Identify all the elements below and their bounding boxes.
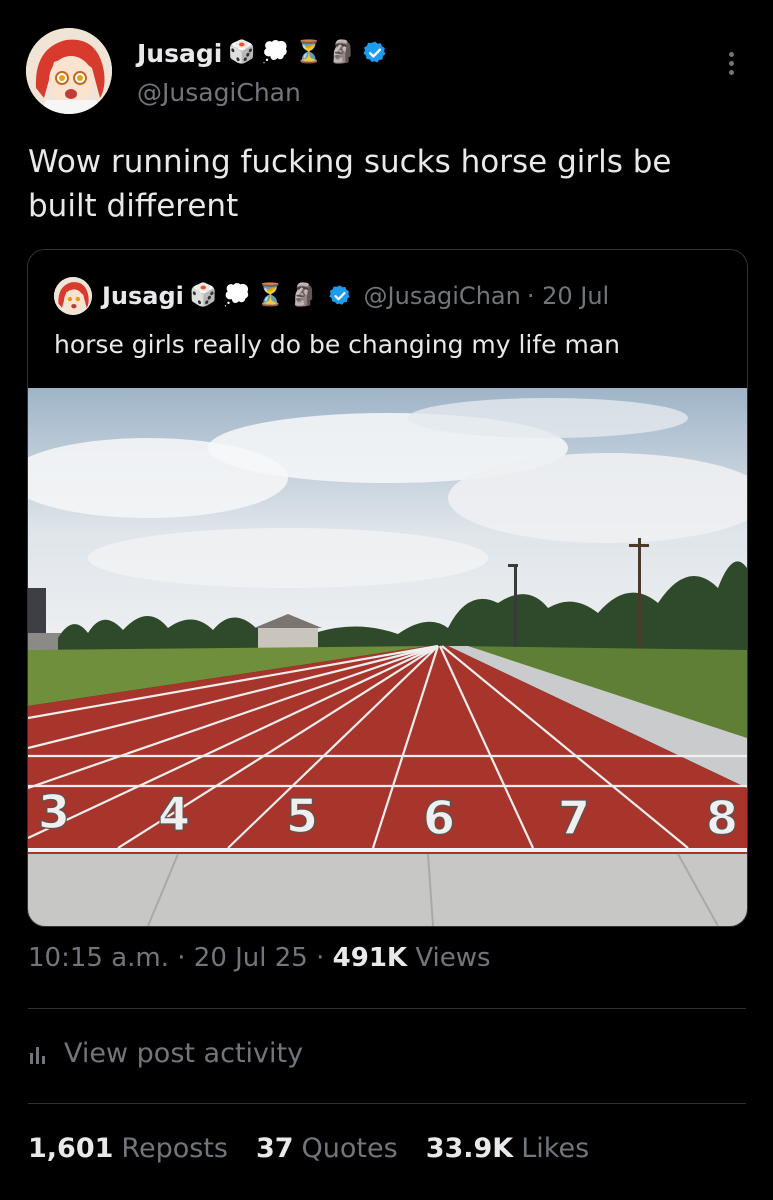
post-text: Wow running fucking sucks horse girls be… (28, 144, 672, 224)
quoted-date: · 20 Jul (526, 282, 610, 310)
author-handle[interactable]: @JusagiChan (137, 78, 388, 107)
divider (28, 1103, 746, 1104)
moai-emoji: 🗿 (328, 40, 356, 65)
post-time: 10:15 a.m. (28, 943, 169, 973)
reposts-label: Reposts (121, 1133, 228, 1164)
verified-icon (328, 284, 352, 308)
likes-count: 33.9K (425, 1133, 514, 1164)
quoted-author-handle: @JusagiChan (363, 282, 521, 310)
quoted-post-header: Jusagi 🎲 💭 ⏳ 🗿 @JusagiChan · 20 Jul (54, 276, 609, 316)
quoted-image[interactable]: 3 4 5 6 7 8 (28, 388, 747, 926)
dice-emoji: 🎲 (228, 40, 256, 65)
activity-label: View post activity (64, 1038, 304, 1069)
quoted-author-name: Jusagi (102, 282, 184, 310)
avatar[interactable] (26, 28, 112, 114)
quotes-count: 37 (255, 1133, 294, 1164)
reposts-count: 1,601 (28, 1133, 114, 1164)
lane-number: 5 (286, 789, 318, 843)
post-stats: 1,601 Reposts 37 Quotes 33.9K Likes (28, 1133, 589, 1164)
post-date: 20 Jul 25 (193, 943, 308, 973)
moai-emoji: 🗿 (290, 283, 318, 308)
likes-stat[interactable]: 33.9K Likes (426, 1133, 589, 1164)
dice-emoji: 🎲 (189, 283, 218, 308)
views-label: Views (415, 943, 491, 973)
hourglass-emoji: ⏳ (295, 40, 323, 65)
lane-number: 3 (38, 785, 70, 839)
likes-label: Likes (521, 1133, 590, 1164)
quotes-stat[interactable]: 37 Quotes (256, 1133, 398, 1164)
avatar-image (26, 28, 112, 114)
verified-icon[interactable] (362, 40, 388, 66)
lane-number: 8 (706, 791, 738, 845)
quoted-avatar (54, 277, 92, 315)
view-post-activity-button[interactable]: View post activity (28, 1038, 303, 1069)
more-icon[interactable] (727, 52, 735, 79)
lane-number: 6 (423, 791, 455, 845)
quoted-post[interactable]: Jusagi 🎲 💭 ⏳ 🗿 @JusagiChan · 20 Jul hors… (27, 249, 748, 927)
quoted-post-text: horse girls really do be changing my lif… (54, 330, 621, 359)
post-author: Jusagi 🎲 💭 ⏳ 🗿 @JusagiChan (137, 34, 388, 107)
views-count: 491K (332, 943, 408, 973)
lane-number: 7 (558, 791, 590, 845)
quotes-label: Quotes (301, 1133, 398, 1164)
thought-bubble-emoji: 💭 (223, 283, 251, 308)
lane-number: 4 (158, 787, 190, 841)
bar-chart-icon (30, 1046, 45, 1064)
hourglass-emoji: ⏳ (256, 283, 285, 308)
divider (28, 1008, 746, 1009)
post-meta: 10:15 a.m. · 20 Jul 25 · 491K Views (28, 943, 491, 973)
author-name[interactable]: Jusagi (137, 39, 222, 68)
reposts-stat[interactable]: 1,601 Reposts (28, 1133, 228, 1164)
thought-bubble-emoji: 💭 (261, 40, 290, 65)
